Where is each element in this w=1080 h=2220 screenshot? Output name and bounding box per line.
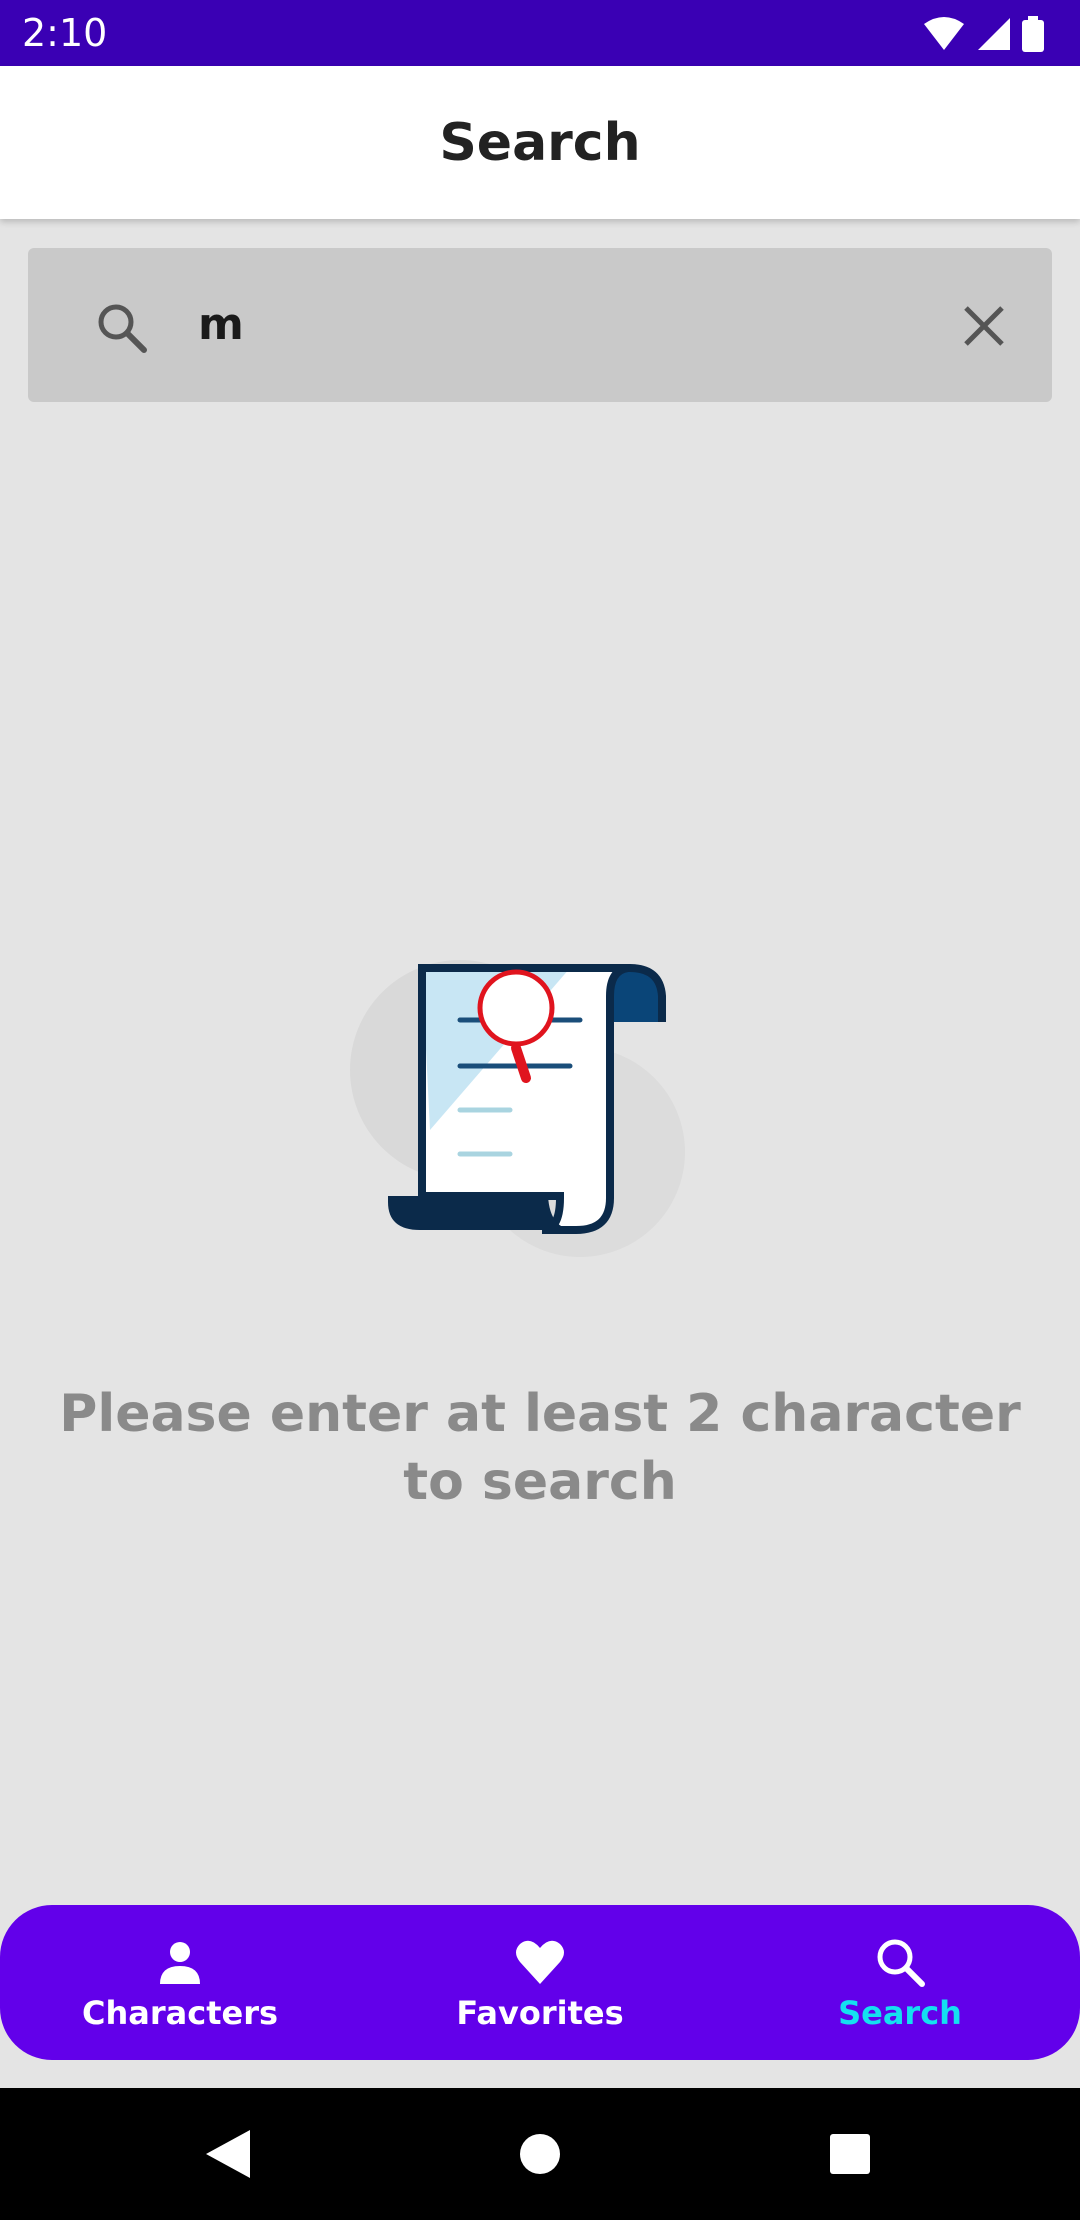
search-input[interactable]: m — [198, 298, 244, 352]
page-title: Search — [439, 112, 641, 173]
app-bar: Search — [0, 66, 1080, 219]
search-icon — [877, 1939, 925, 1987]
status-bar: 2:10 — [0, 0, 1080, 66]
nav-label-favorites: Favorites — [456, 1993, 624, 2032]
home-icon[interactable] — [518, 2128, 562, 2180]
nav-item-characters[interactable]: Characters — [0, 1905, 360, 2060]
bottom-navigation: Characters Favorites Search — [0, 1905, 1080, 2060]
person-icon — [160, 1941, 200, 1984]
system-navigation-bar — [0, 2088, 1080, 2220]
nav-item-favorites[interactable]: Favorites — [360, 1905, 720, 2060]
document-search-illustration — [340, 930, 750, 1280]
empty-state-message: Please enter at least 2 character to sea… — [59, 1384, 1021, 1512]
wifi-icon — [924, 17, 964, 50]
nav-item-search[interactable]: Search — [720, 1905, 1080, 2060]
nav-label-characters: Characters — [81, 1993, 279, 2032]
status-time: 2:10 — [22, 11, 108, 55]
status-icons — [922, 14, 1044, 54]
back-icon[interactable] — [204, 2128, 252, 2180]
cell-signal-icon — [978, 18, 1010, 50]
nav-label-search: Search — [838, 1993, 962, 2032]
close-icon[interactable] — [956, 298, 1012, 354]
heart-icon — [516, 1940, 564, 1984]
battery-icon — [1022, 16, 1044, 52]
search-icon — [94, 300, 150, 356]
search-field[interactable]: m — [28, 248, 1052, 402]
recents-icon[interactable] — [828, 2128, 872, 2180]
